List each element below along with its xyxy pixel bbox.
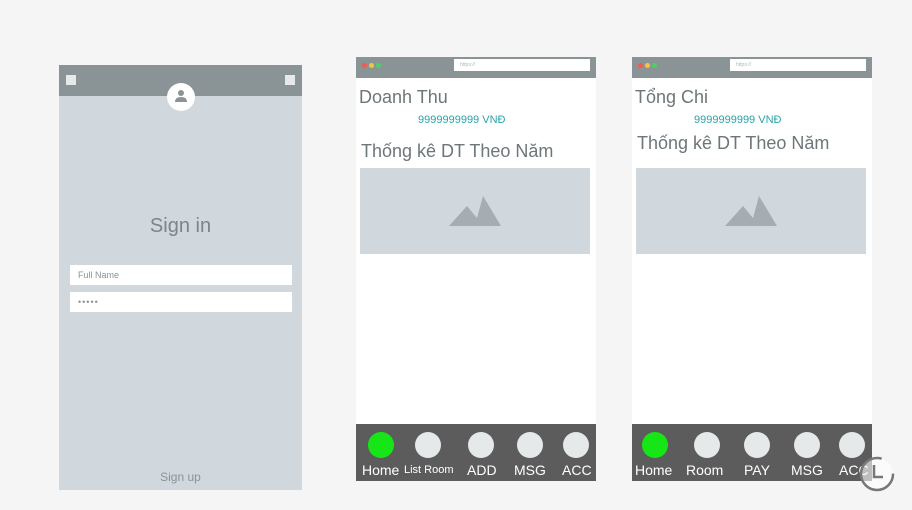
nav-msg-button[interactable] (794, 432, 820, 458)
browser-chrome: https:// (632, 57, 872, 78)
expense-amount: 9999999999 VNĐ (694, 114, 782, 126)
nav-acc-button[interactable] (563, 432, 589, 458)
nav-room-label[interactable]: Room (686, 462, 723, 478)
nav-room-button[interactable] (694, 432, 720, 458)
nav-pay-button[interactable] (744, 432, 770, 458)
nav-msg-button[interactable] (517, 432, 543, 458)
password-field[interactable]: ••••• (70, 292, 292, 312)
revenue-screen: https:// Doanh Thu 9999999999 VNĐ Thống … (356, 57, 596, 481)
expense-screen: https:// Tổng Chi 9999999999 VNĐ Thống k… (632, 57, 872, 481)
signin-title: Sign in (149, 215, 212, 237)
bottom-nav: Home List Room ADD MSG ACC (356, 424, 596, 481)
revenue-amount: 9999999999 VNĐ (418, 114, 506, 126)
url-bar[interactable]: https:// (454, 59, 590, 71)
bottom-nav: Home Room PAY MSG ACC (632, 424, 872, 481)
nav-add-button[interactable] (468, 432, 494, 458)
page-title: Doanh Thu (359, 87, 448, 107)
close-dot-icon[interactable] (638, 63, 643, 68)
chart-heading: Thống kê DT Theo Năm (361, 141, 554, 161)
minimize-dot-icon[interactable] (645, 63, 650, 68)
page-title: Tổng Chi (635, 87, 709, 107)
browser-chrome: https:// (356, 57, 596, 78)
nav-pay-label[interactable]: PAY (744, 462, 770, 478)
image-placeholder-icon (449, 196, 501, 226)
nav-home-label[interactable]: Home (635, 462, 672, 478)
nav-add-label[interactable]: ADD (467, 462, 497, 478)
maximize-dot-icon[interactable] (652, 63, 657, 68)
nav-home-button[interactable] (368, 432, 394, 458)
nav-msg-label[interactable]: MSG (791, 462, 823, 478)
menu-square-icon[interactable] (66, 75, 76, 85)
menu-square-icon[interactable] (285, 75, 295, 85)
full-name-field[interactable]: Full Name (70, 265, 292, 285)
nav-list-room-label[interactable]: List Room (404, 464, 454, 476)
chart-image-placeholder (360, 168, 590, 254)
signin-screen: Sign in Full Name ••••• Sign up (59, 65, 302, 490)
user-icon (175, 90, 187, 102)
chart-image-placeholder (636, 168, 866, 254)
url-bar[interactable]: https:// (730, 59, 866, 71)
close-dot-icon[interactable] (362, 63, 367, 68)
nav-acc-label[interactable]: ACC (562, 462, 592, 478)
signup-link[interactable]: Sign up (59, 470, 302, 484)
minimize-dot-icon[interactable] (369, 63, 374, 68)
avatar (167, 83, 195, 111)
nav-home-label[interactable]: Home (362, 462, 399, 478)
nav-msg-label[interactable]: MSG (514, 462, 546, 478)
maximize-dot-icon[interactable] (376, 63, 381, 68)
nav-home-button[interactable] (642, 432, 668, 458)
chart-heading: Thống kê DT Theo Năm (637, 133, 830, 153)
image-placeholder-icon (725, 196, 777, 226)
nav-list-room-button[interactable] (415, 432, 441, 458)
history-icon[interactable] (858, 455, 896, 493)
